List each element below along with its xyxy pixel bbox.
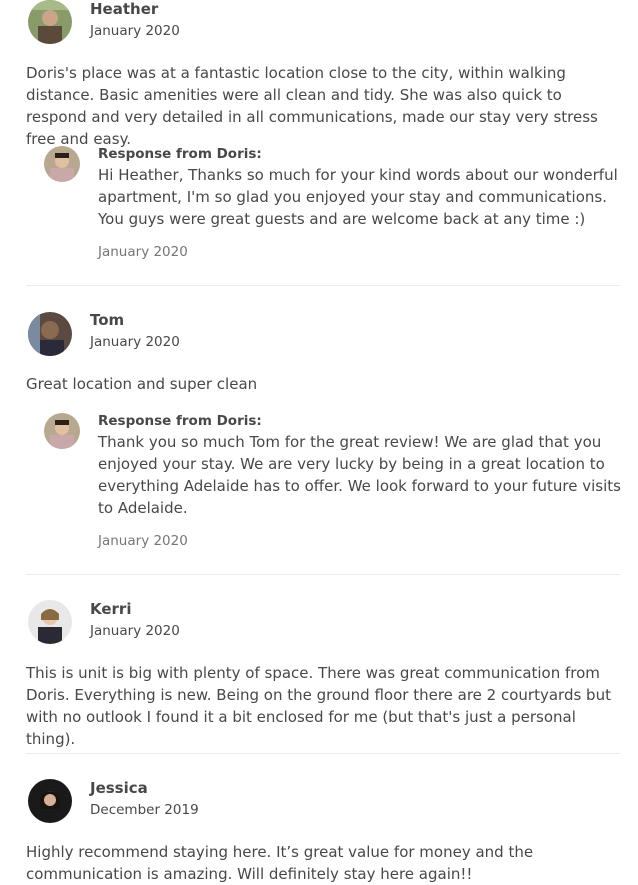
review-text: Great location and super clean bbox=[26, 375, 258, 393]
review-date: January 2020 bbox=[90, 23, 180, 39]
review-date: January 2020 bbox=[90, 623, 180, 639]
review-date: January 2020 bbox=[90, 334, 180, 350]
reviewer-avatar[interactable] bbox=[28, 779, 72, 823]
review-text: Highly recommend staying here. It’s grea… bbox=[26, 843, 534, 883]
reviewer-avatar[interactable] bbox=[28, 0, 72, 44]
response-text: Hi Heather, Thanks so much for your kind… bbox=[98, 166, 618, 228]
reviewer-name: Kerri bbox=[90, 600, 132, 618]
reviewer-name: Jessica bbox=[90, 779, 148, 797]
review-date: December 2019 bbox=[90, 802, 199, 818]
response-label: Response from Doris: bbox=[98, 413, 262, 429]
review-divider bbox=[26, 753, 620, 754]
review-divider bbox=[26, 285, 620, 286]
host-avatar[interactable] bbox=[44, 413, 80, 449]
review-text: Doris's place was at a fantastic locatio… bbox=[26, 64, 598, 148]
reviewer-name: Tom bbox=[90, 311, 125, 329]
host-avatar[interactable] bbox=[44, 146, 80, 182]
response-label: Response from Doris: bbox=[98, 146, 262, 162]
reviewer-name: Heather bbox=[90, 0, 159, 18]
reviewer-avatar[interactable] bbox=[28, 312, 72, 356]
response-date: January 2020 bbox=[98, 533, 188, 549]
reviewer-avatar[interactable] bbox=[28, 600, 72, 644]
response-date: January 2020 bbox=[98, 244, 188, 260]
review-text: This is unit is big with plenty of space… bbox=[26, 664, 611, 748]
response-text: Thank you so much Tom for the great revi… bbox=[98, 433, 621, 517]
review-divider bbox=[26, 574, 620, 575]
